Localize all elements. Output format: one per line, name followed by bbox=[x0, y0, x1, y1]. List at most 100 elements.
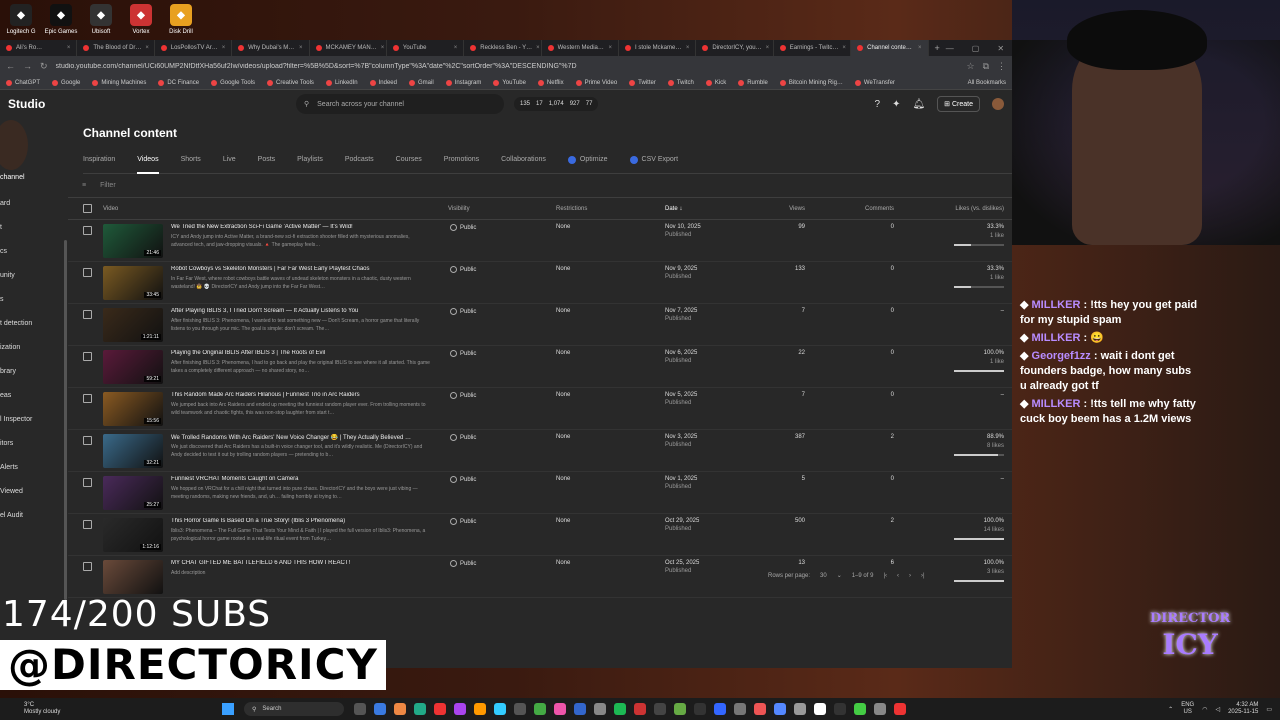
sidebar-item[interactable]: ization bbox=[0, 335, 60, 359]
browser-tab[interactable]: Earnings - Twitc… × bbox=[774, 40, 852, 56]
visibility-cell[interactable]: Public bbox=[450, 392, 476, 399]
bookmark-item[interactable]: Mining Machines bbox=[92, 79, 146, 86]
close-icon[interactable]: × bbox=[145, 45, 149, 51]
visibility-cell[interactable]: Public bbox=[450, 434, 476, 441]
search-box[interactable]: ⚲ Search across your channel bbox=[296, 94, 504, 114]
video-thumbnail[interactable]: 59:21 bbox=[103, 350, 163, 384]
row-checkbox[interactable] bbox=[83, 436, 92, 445]
all-bookmarks-folder[interactable]: All Bookmarks bbox=[968, 80, 1006, 86]
sidebar-item[interactable]: itors bbox=[0, 431, 60, 455]
bookmark-item[interactable]: Indeed bbox=[369, 79, 397, 86]
browser-tab[interactable]: YouTube × bbox=[387, 40, 465, 56]
browser-tab[interactable]: MCKAMEY MAN… × bbox=[310, 40, 387, 56]
browser-tab[interactable]: DirectorICY, you… × bbox=[696, 40, 774, 56]
url-field[interactable]: studio.youtube.com/channel/UCi60UMP2NfDt… bbox=[56, 63, 959, 70]
sidebar-item[interactable]: Viewed bbox=[0, 479, 60, 503]
tab-csv-export[interactable]: CSV Export bbox=[629, 152, 678, 173]
bookmark-item[interactable]: ChatGPT bbox=[6, 79, 40, 86]
select-all-checkbox[interactable] bbox=[83, 204, 92, 213]
close-icon[interactable]: × bbox=[454, 45, 458, 51]
taskbar-app-icon[interactable] bbox=[774, 703, 786, 715]
tab-videos[interactable]: Videos bbox=[137, 152, 159, 174]
sidebar-item[interactable]: unity bbox=[0, 263, 60, 287]
taskbar-app-icon[interactable] bbox=[434, 703, 446, 715]
visibility-cell[interactable]: Public bbox=[450, 266, 476, 273]
taskbar-app-icon[interactable] bbox=[394, 703, 406, 715]
bookmark-item[interactable]: Google Tools bbox=[211, 79, 255, 86]
desktop-icon[interactable]: ◆ Disk Drill bbox=[162, 0, 200, 38]
table-row[interactable]: 25:27 Funniest VRCHAT Moments Caught on C… bbox=[68, 472, 1012, 514]
taskbar-app-icon[interactable] bbox=[354, 703, 366, 715]
taskbar-app-icon[interactable] bbox=[894, 703, 906, 715]
close-icon[interactable]: × bbox=[222, 45, 226, 51]
bookmark-item[interactable]: LinkedIn bbox=[325, 79, 358, 86]
sidebar-scrollbar[interactable] bbox=[64, 240, 67, 600]
back-icon[interactable]: ← bbox=[6, 61, 15, 71]
taskbar-app-icon[interactable] bbox=[694, 703, 706, 715]
browser-tab[interactable]: Reckless Ben - Y… × bbox=[464, 40, 542, 56]
maximize-icon[interactable]: ▢ bbox=[972, 44, 980, 53]
close-icon[interactable]: × bbox=[766, 45, 770, 51]
visibility-cell[interactable]: Public bbox=[450, 476, 476, 483]
row-checkbox[interactable] bbox=[83, 352, 92, 361]
tab-courses[interactable]: Courses bbox=[396, 152, 422, 173]
table-row[interactable]: 1:12:16 This Horror Game Is Based On a Tr… bbox=[68, 514, 1012, 556]
video-title[interactable]: After Playing IBLIS 3, I Tried Don't Scr… bbox=[171, 308, 431, 314]
video-thumbnail[interactable] bbox=[103, 560, 163, 594]
tab-live[interactable]: Live bbox=[223, 152, 236, 173]
bookmark-item[interactable]: Kick bbox=[705, 79, 726, 86]
close-icon[interactable]: × bbox=[67, 45, 71, 51]
tab-podcasts[interactable]: Podcasts bbox=[345, 152, 374, 173]
reload-icon[interactable]: ↻ bbox=[40, 61, 48, 72]
taskbar-app-icon[interactable] bbox=[734, 703, 746, 715]
region-label[interactable]: US bbox=[1181, 709, 1194, 716]
sidebar-item[interactable]: t bbox=[0, 215, 60, 239]
sidebar-item[interactable]: l Inspector bbox=[0, 407, 60, 431]
visibility-cell[interactable]: Public bbox=[450, 518, 476, 525]
prev-page-icon[interactable]: ‹ bbox=[897, 573, 899, 579]
taskbar-app-icon[interactable] bbox=[754, 703, 766, 715]
close-icon[interactable]: × bbox=[918, 45, 922, 51]
col-restrictions[interactable]: Restrictions bbox=[556, 206, 587, 212]
bookmark-item[interactable]: Rumble bbox=[738, 79, 768, 86]
first-page-icon[interactable]: |‹ bbox=[883, 573, 887, 579]
close-icon[interactable]: × bbox=[536, 45, 540, 51]
table-row[interactable]: 33:45 Robot Cowboys vs Skeleton Monsters … bbox=[68, 262, 1012, 304]
col-views[interactable]: Views bbox=[728, 206, 805, 212]
tab-promotions[interactable]: Promotions bbox=[444, 152, 479, 173]
new-tab-icon[interactable]: + bbox=[929, 43, 946, 53]
weather-widget[interactable]: 3°C Mostly cloudy bbox=[0, 702, 200, 716]
close-icon[interactable]: × bbox=[608, 45, 612, 51]
video-title[interactable]: This Random Made Arc Raiders Hilarious |… bbox=[171, 392, 431, 398]
taskbar-app-icon[interactable] bbox=[714, 703, 726, 715]
desktop-icon[interactable]: ◆ Ubisoft bbox=[82, 0, 120, 38]
sidebar-item[interactable]: cs bbox=[0, 239, 60, 263]
tab-playlists[interactable]: Playlists bbox=[297, 152, 323, 173]
bookmark-item[interactable]: Twitter bbox=[629, 79, 656, 86]
table-row[interactable]: 15:56 This Random Made Arc Raiders Hilari… bbox=[68, 388, 1012, 430]
desktop-icon[interactable]: ◆ Vortex bbox=[122, 0, 160, 38]
bookmark-item[interactable]: Google bbox=[52, 79, 80, 86]
tray-chevron-icon[interactable]: ⌃ bbox=[1168, 706, 1173, 713]
sidebar-item[interactable]: el Audit bbox=[0, 503, 60, 527]
browser-tab[interactable]: I stole Mckame… × bbox=[619, 40, 697, 56]
minimize-icon[interactable]: — bbox=[946, 44, 954, 53]
taskbar-app-icon[interactable] bbox=[514, 703, 526, 715]
browser-tab[interactable]: Ali's Ro… × bbox=[0, 40, 78, 56]
taskbar-app-icon[interactable] bbox=[614, 703, 626, 715]
taskbar-app-icon[interactable] bbox=[374, 703, 386, 715]
video-thumbnail[interactable]: 33:45 bbox=[103, 266, 163, 300]
video-thumbnail[interactable]: 25:27 bbox=[103, 476, 163, 510]
taskbar-app-icon[interactable] bbox=[594, 703, 606, 715]
row-checkbox[interactable] bbox=[83, 478, 92, 487]
bookmark-item[interactable]: Prime Video bbox=[575, 79, 617, 86]
taskbar-app-icon[interactable] bbox=[494, 703, 506, 715]
row-checkbox[interactable] bbox=[83, 394, 92, 403]
forward-icon[interactable]: → bbox=[23, 61, 32, 71]
row-checkbox[interactable] bbox=[83, 268, 92, 277]
sidebar-item[interactable]: s bbox=[0, 287, 60, 311]
tab-inspiration[interactable]: Inspiration bbox=[83, 152, 115, 173]
close-icon[interactable]: × bbox=[842, 45, 846, 51]
filter-bar[interactable]: ≡ Filter bbox=[68, 174, 1012, 198]
row-checkbox[interactable] bbox=[83, 226, 92, 235]
